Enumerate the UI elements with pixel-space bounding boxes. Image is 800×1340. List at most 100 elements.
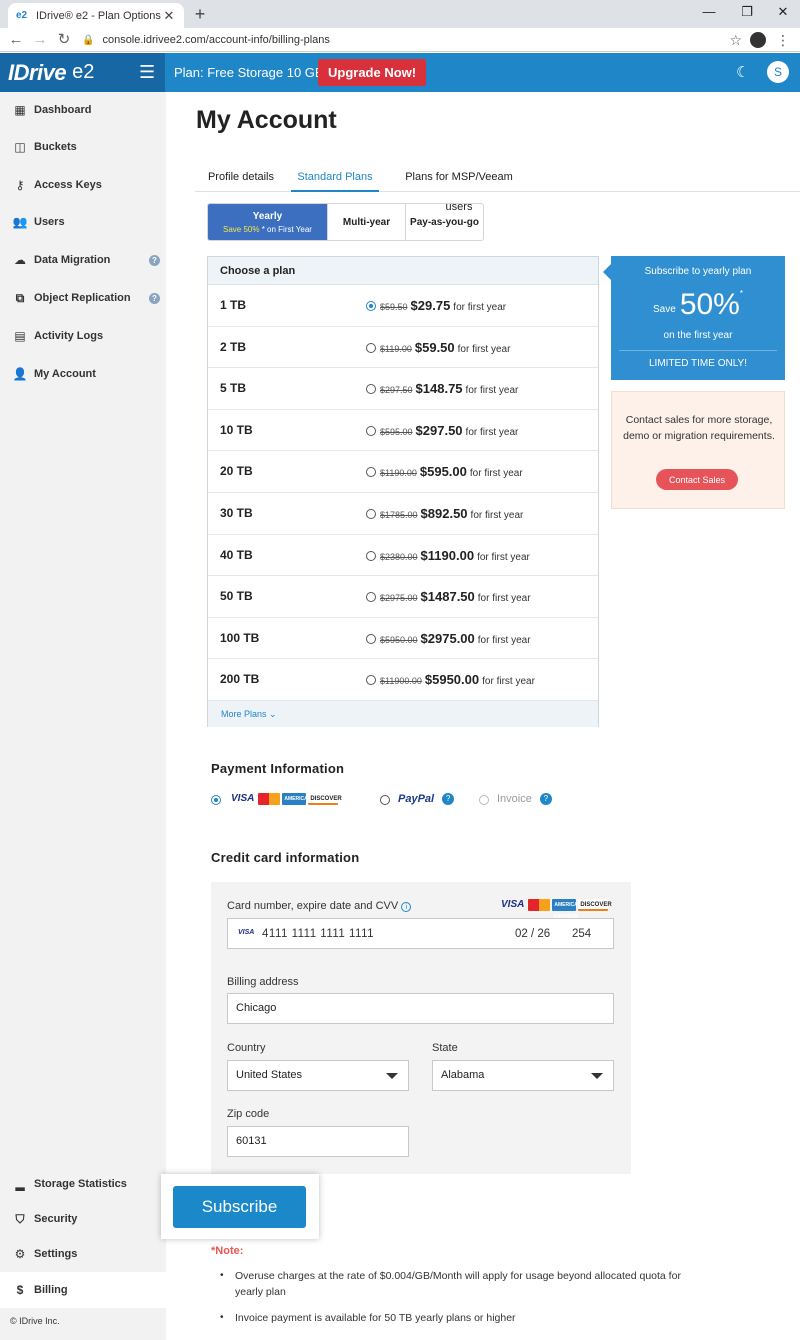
plan-period: for first year (453, 302, 507, 313)
plan-radio[interactable] (366, 467, 376, 478)
plan-radio[interactable] (366, 425, 376, 436)
window-close-icon[interactable]: ✕ (768, 3, 798, 21)
plan-row[interactable]: 200 TB $11900.00 $5950.00 for first year (208, 659, 598, 701)
log-icon: ▤ (14, 329, 26, 343)
radio-card[interactable] (211, 795, 221, 805)
visa-logo: VISA (501, 899, 525, 910)
pay-method-paypal[interactable]: PayPal ? (380, 793, 455, 805)
sidebar-item-users[interactable]: 👥 Users (0, 204, 166, 240)
tab-standard-plans[interactable]: Standard Plans (291, 162, 379, 192)
sidebar-item-my-account[interactable]: 👤 My Account (0, 356, 166, 392)
plan-row[interactable]: 100 TB $5950.00 $2975.00 for first year (208, 618, 598, 660)
plan-radio[interactable] (366, 301, 376, 311)
plan-radio[interactable] (366, 384, 376, 395)
info-icon[interactable]: i (401, 902, 412, 912)
dollar-icon: $ (16, 1283, 24, 1297)
contact-sales-text: Contact sales for more storage, demo or … (623, 414, 775, 442)
plan-period: for first year (482, 676, 535, 688)
toggle-multi-year[interactable]: Multi-year (328, 204, 406, 240)
close-icon[interactable]: ✕ (162, 8, 176, 24)
more-plans-link[interactable]: More Plans ⌄ (208, 701, 598, 727)
avatar[interactable]: S (767, 61, 789, 83)
plan-old-price: $2380.00 (380, 551, 418, 562)
sidebar-item-security[interactable]: ⛉ Security (0, 1201, 166, 1237)
sidebar-item-settings[interactable]: ⚙ Settings (0, 1236, 166, 1272)
sidebar-item-activity-logs[interactable]: ▤ Activity Logs (0, 318, 166, 354)
plan-radio[interactable] (366, 342, 376, 353)
plan-old-price: $1785.00 (380, 510, 418, 520)
billing-address-input[interactable]: Chicago (227, 993, 614, 1024)
plan-row[interactable]: 20 TB $1190.00 $595.00 for first year (208, 451, 598, 493)
pay-method-card[interactable]: VISA AMERICAN EXPRESS DISCOVER (211, 793, 342, 814)
state-select[interactable]: Alabama (432, 1060, 614, 1091)
plan-period: for first year (457, 343, 511, 355)
sidebar-item-dashboard[interactable]: ▦ Dashboard (0, 92, 166, 128)
country-select[interactable]: United States (227, 1060, 409, 1091)
plan-price: $1190.00 $595.00 for first year (366, 464, 523, 479)
tab-msp-plans[interactable]: Plans for MSP/Veeam users (391, 162, 527, 213)
sidebar-item-data-migration[interactable]: ☁ Data Migration ? (0, 242, 166, 278)
plan-row[interactable]: 10 TB $595.00 $297.50 for first year (208, 410, 598, 452)
plan-row[interactable]: 1 TB $59.50 $29.75 for first year (208, 285, 598, 327)
plan-price: $595.00 $297.50 for first year (366, 423, 518, 438)
minimize-icon[interactable]: — (694, 3, 724, 21)
browser-tab[interactable]: e2 IDrive® e2 - Plan Options ✕ (8, 3, 184, 28)
plan-row[interactable]: 2 TB $119.00 $59.50 for first year (208, 327, 598, 369)
help-icon[interactable]: ? (149, 254, 160, 266)
plan-period: for first year (477, 551, 530, 563)
upgrade-button[interactable]: Upgrade Now! (318, 59, 427, 86)
radio-invoice[interactable] (479, 795, 489, 805)
sidebar-item-storage-statistics[interactable]: ▂ Storage Statistics (0, 1166, 166, 1202)
plan-size: 30 TB (220, 506, 253, 520)
plan-label: Plan: Free Storage 10 GB (174, 65, 324, 80)
browser-profile-icon[interactable] (750, 32, 766, 48)
logo-text: IDrive (8, 59, 67, 85)
bookmark-star-icon[interactable]: ☆ (729, 32, 742, 49)
plan-price: $59.50 $29.75 for first year (366, 298, 506, 313)
plan-radio[interactable] (366, 633, 376, 644)
plan-radio[interactable] (366, 675, 376, 686)
card-number-field[interactable]: VISA 4111 1111 1111 1111 02 / 26 254 (227, 918, 614, 949)
plan-size: 2 TB (220, 339, 247, 354)
lock-icon: 🔒 (82, 34, 95, 46)
plan-row[interactable]: 50 TB $2975.00 $1487.50 for first year (208, 576, 598, 618)
sidebar-item-billing[interactable]: $ Billing (0, 1272, 166, 1308)
sidebar-item-access-keys[interactable]: ⚷ Access Keys (0, 167, 166, 203)
sidebar-item-buckets[interactable]: ◫ Buckets (0, 129, 166, 165)
paypal-help-icon[interactable]: ? (442, 793, 455, 805)
plan-old-price: $11900.00 (380, 676, 422, 687)
help-icon[interactable]: ? (149, 292, 160, 304)
more-options-icon[interactable]: ⋮ (776, 32, 790, 49)
plan-radio[interactable] (366, 592, 376, 603)
subscribe-button[interactable]: Subscribe (173, 1186, 306, 1228)
radio-paypal[interactable] (380, 795, 390, 805)
toggle-pay-as-you-go[interactable]: Pay-as-you-go (406, 204, 483, 240)
contact-sales-button[interactable]: Contact Sales (656, 469, 738, 490)
plan-size: 10 TB (220, 422, 253, 437)
toggle-yearly[interactable]: Yearly Save 50% * on First Year (208, 204, 328, 240)
sidebar-item-object-replication[interactable]: ⧉ Object Replication ? (0, 280, 166, 316)
back-icon[interactable]: ← (6, 30, 26, 50)
url-field[interactable]: 🔒 console.idrivee2.com/account-info/bill… (82, 31, 742, 49)
page-title: My Account (196, 106, 337, 134)
pay-method-invoice[interactable]: Invoice ? (479, 793, 552, 805)
restore-icon[interactable]: ❐ (732, 3, 762, 21)
plan-row[interactable]: 5 TB $297.50 $148.75 for first year (208, 368, 598, 410)
discover-logo: DISCOVER (308, 793, 342, 805)
address-bar: ← → ↻ 🔒 console.idrivee2.com/account-inf… (0, 28, 800, 52)
tab-profile-details[interactable]: Profile details (195, 162, 287, 192)
plan-row[interactable]: 30 TB $1785.00 $892.50 for first year (208, 493, 598, 535)
hamburger-menu-icon[interactable]: ☰ (139, 63, 155, 81)
dark-mode-icon[interactable]: ☾ (736, 63, 749, 81)
note-item: Invoice payment is available for 50 TB y… (211, 1310, 691, 1326)
dashboard-icon: ▦ (14, 103, 26, 117)
zip-input[interactable]: 60131 (227, 1126, 409, 1157)
toggle-yearly-label: Yearly (252, 210, 283, 222)
plan-row[interactable]: 40 TB $2380.00 $1190.00 for first year (208, 535, 598, 577)
plan-radio[interactable] (366, 509, 376, 519)
invoice-help-icon[interactable]: ? (539, 793, 552, 805)
forward-icon[interactable]: → (30, 30, 50, 50)
new-tab-icon[interactable]: + (190, 4, 210, 24)
reload-icon[interactable]: ↻ (54, 30, 74, 50)
plan-radio[interactable] (366, 550, 376, 561)
